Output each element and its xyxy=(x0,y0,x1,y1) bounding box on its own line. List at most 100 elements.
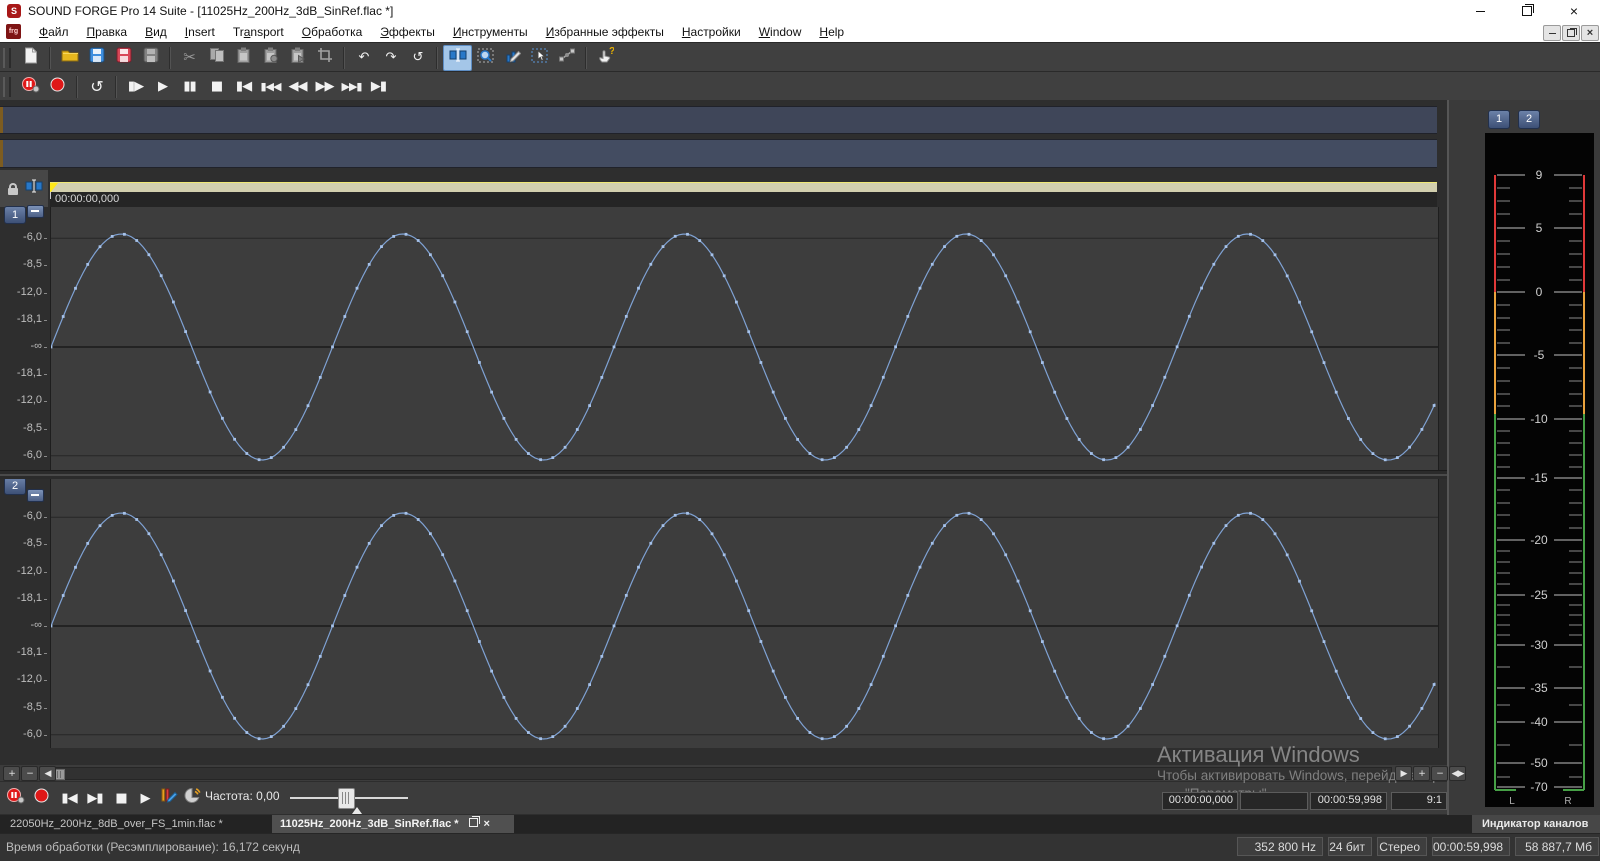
meter-dock-tab[interactable]: Индикатор каналов xyxy=(1472,815,1600,833)
marker-pencil-button[interactable] xyxy=(158,787,180,809)
menu-обработка[interactable]: Обработка xyxy=(293,22,372,42)
paste-special-button[interactable] xyxy=(257,46,284,70)
horizontal-scrollbar[interactable] xyxy=(48,767,1392,780)
selection-tool-button[interactable] xyxy=(526,46,553,70)
pause-button[interactable]: ▮▮ xyxy=(176,75,203,99)
menu-настройки[interactable]: Настройки xyxy=(673,22,750,42)
save-all-button[interactable] xyxy=(137,46,164,70)
menu-help[interactable]: Help xyxy=(810,22,853,42)
tab-restore-icon[interactable] xyxy=(469,818,478,827)
zoom-ratio-box[interactable]: 9:1 xyxy=(1391,792,1447,810)
rewind-button[interactable]: ◀◀ xyxy=(284,75,311,99)
record-mini-button[interactable] xyxy=(30,787,52,809)
menu-избранные-эффекты[interactable]: Избранные эффекты xyxy=(537,22,673,42)
slider-pointer-icon xyxy=(352,807,362,814)
meter-db-label: -50 xyxy=(1530,756,1548,770)
waveform-channel-2[interactable] xyxy=(50,478,1439,748)
stop-button[interactable]: ■ xyxy=(203,75,230,99)
next-marker-button[interactable]: ▶▶▮ xyxy=(338,75,365,99)
channel-1-minimize-button[interactable] xyxy=(27,205,44,218)
undo-button[interactable]: ↶ xyxy=(350,46,377,70)
frequency-slider[interactable] xyxy=(290,782,420,814)
scrub-control-button[interactable] xyxy=(182,787,204,809)
edit-tool-button[interactable] xyxy=(443,45,472,71)
channel-divider[interactable] xyxy=(0,470,1447,479)
mdi-minimize-button[interactable] xyxy=(1543,25,1561,41)
menu-вид[interactable]: Вид xyxy=(136,22,176,42)
new-file-button[interactable] xyxy=(17,46,44,70)
play-mini-button[interactable]: ▶ xyxy=(134,787,156,809)
menu-инструменты[interactable]: Инструменты xyxy=(444,22,537,42)
meter-channel-2-button[interactable]: 2 xyxy=(1518,110,1540,129)
channel-2-minimize-button[interactable] xyxy=(27,489,44,502)
go-to-start-button[interactable]: ▮◀ xyxy=(230,75,257,99)
record-remote-mini-button[interactable] xyxy=(4,787,26,809)
cursor-position-box[interactable]: 00:00:00,000 xyxy=(1162,792,1238,810)
document-tab-2[interactable]: 11025Hz_200Hz_3dB_SinRef.flac *× xyxy=(272,815,514,833)
paste-to-new-button[interactable] xyxy=(284,46,311,70)
play-button[interactable]: ▶ xyxy=(149,75,176,99)
go-to-end-mini-button[interactable]: ▶▮ xyxy=(84,787,106,809)
zoom-out-button[interactable]: − xyxy=(21,766,38,781)
cut-button[interactable]: ✂ xyxy=(176,46,203,70)
db-label: -∞ xyxy=(30,619,42,631)
repeat-button[interactable]: ↺ xyxy=(404,46,431,70)
close-button[interactable]: × xyxy=(1557,0,1591,22)
copy-button[interactable] xyxy=(203,46,230,70)
zoom-fit-button[interactable]: ◀▶ xyxy=(1449,766,1466,781)
go-to-end-button[interactable]: ▶▮ xyxy=(365,75,392,99)
zoom-out-time-button[interactable]: − xyxy=(1431,766,1448,781)
scroll-left-button[interactable]: ◀ xyxy=(39,766,56,781)
save-as-button[interactable] xyxy=(110,46,137,70)
lock-icon[interactable] xyxy=(8,188,18,195)
menu-insert[interactable]: Insert xyxy=(176,22,224,42)
svg-text:?: ? xyxy=(609,47,614,57)
tab-close-icon[interactable]: × xyxy=(484,818,490,830)
whats-this-help-button[interactable]: ? xyxy=(592,46,619,70)
menu-правка[interactable]: Правка xyxy=(78,22,137,42)
menu-эффекты[interactable]: Эффекты xyxy=(371,22,444,42)
paste-button[interactable] xyxy=(230,46,257,70)
record-button[interactable] xyxy=(44,75,71,99)
loop-playback-button[interactable]: ↺ xyxy=(83,75,110,99)
save-button[interactable] xyxy=(83,46,110,70)
menu-window[interactable]: Window xyxy=(750,22,811,42)
meter-channel-1-button[interactable]: 1 xyxy=(1488,110,1510,129)
mdi-restore-button[interactable] xyxy=(1562,25,1580,41)
zoom-in-time-button[interactable]: + xyxy=(1413,766,1430,781)
channel-2-button[interactable]: 2 xyxy=(4,477,26,495)
go-to-start-mini-button[interactable]: ▮◀ xyxy=(58,787,80,809)
play-all-button[interactable]: ▮▶ xyxy=(122,75,149,99)
minimize-button[interactable] xyxy=(1463,0,1497,22)
record-remote-button[interactable] xyxy=(17,75,44,99)
envelope-tool-button[interactable] xyxy=(553,46,580,70)
magnify-icon xyxy=(477,48,494,68)
restore-button[interactable] xyxy=(1510,0,1544,22)
stop-mini-button[interactable]: ■ xyxy=(110,787,132,809)
mdi-close-button[interactable]: × xyxy=(1581,25,1599,41)
pencil-tool-button[interactable] xyxy=(499,46,526,70)
menu-transport[interactable]: Transport xyxy=(224,22,293,42)
magnify-tool-button[interactable] xyxy=(472,46,499,70)
open-button[interactable] xyxy=(56,46,83,70)
redo-button[interactable]: ↷ xyxy=(377,46,404,70)
fast-forward-button[interactable]: ▶▶ xyxy=(311,75,338,99)
meter-display[interactable]: 950-5-10-15-20-25-30-35-40-50-70LR xyxy=(1485,133,1594,807)
toolbar-grip[interactable] xyxy=(3,77,11,97)
file-end-time-box[interactable]: 00:00:59,998 xyxy=(1310,792,1387,810)
menu-файл[interactable]: Файл xyxy=(30,22,78,42)
document-tab-1[interactable]: 22050Hz_200Hz_8dB_over_FS_1min.flac * xyxy=(2,815,270,833)
selection-length-box[interactable] xyxy=(1240,792,1308,810)
waveform-channel-1[interactable] xyxy=(50,207,1439,470)
rec-remote-icon xyxy=(21,76,40,98)
trim-crop-button[interactable] xyxy=(311,46,338,70)
channel-1-button[interactable]: 1 xyxy=(4,206,26,224)
toolbar-grip[interactable] xyxy=(3,48,11,68)
overview-bar-1[interactable] xyxy=(0,106,1437,134)
slider-thumb[interactable] xyxy=(338,788,355,809)
edit-tool-small-icon[interactable] xyxy=(25,179,43,198)
overview-bar-2[interactable] xyxy=(0,139,1437,168)
zoom-in-button[interactable]: + xyxy=(3,766,20,781)
scroll-right-button[interactable]: ▶ xyxy=(1395,766,1412,781)
previous-marker-button[interactable]: ▮◀◀ xyxy=(257,75,284,99)
